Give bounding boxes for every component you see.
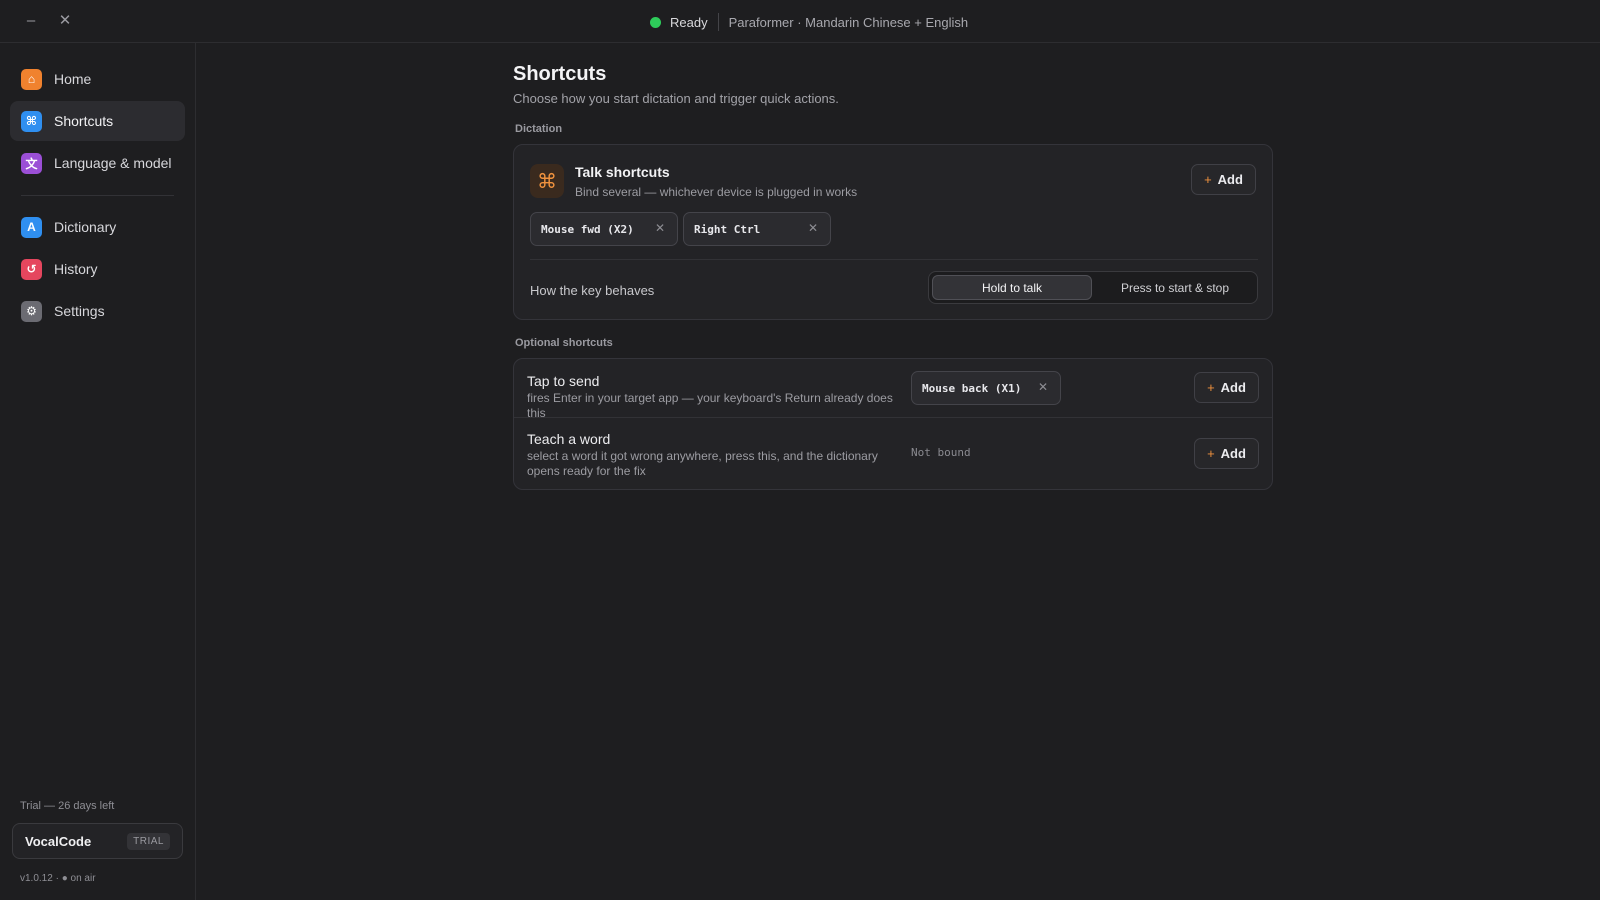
sidebar-item-language-model[interactable]: 文 Language & model [10, 143, 185, 183]
trial-badge: TRIAL [127, 832, 170, 850]
license-card[interactable]: VocalCode TRIAL [12, 823, 183, 859]
sidebar-item-label: Shortcuts [54, 113, 114, 129]
history-icon: ↺ [21, 258, 42, 280]
plus-icon: + [1204, 172, 1212, 187]
add-talk-shortcut-button[interactable]: + Add [1191, 164, 1256, 195]
add-label: Add [1220, 446, 1246, 461]
sidebar-divider [21, 195, 174, 196]
gear-icon: ⚙ [21, 300, 42, 322]
sidebar-item-label: History [54, 261, 98, 277]
teach-a-word-description: select a word it got wrong anywhere, pre… [527, 449, 878, 478]
status-bar: Ready Paraformer · Mandarin Chinese + En… [650, 12, 968, 32]
shortcut-chip: Right Ctrl ✕ [683, 212, 831, 246]
plus-icon: + [1207, 446, 1215, 461]
close-button[interactable]: ✕ [55, 11, 75, 31]
teach-a-word-title: Teach a word [527, 431, 611, 447]
section-label-dictation: Dictation [515, 123, 563, 135]
dictionary-icon: A [21, 216, 42, 238]
shortcut-chip: Mouse back (X1) ✕ [911, 371, 1061, 405]
optional-shortcuts-card: Tap to send fires Enter in your target a… [513, 358, 1273, 490]
card-divider [530, 259, 1258, 260]
add-label: Add [1217, 172, 1243, 187]
chip-label: Right Ctrl [694, 222, 761, 236]
sidebar-item-label: Language & model [54, 155, 172, 171]
sidebar-item-label: Home [54, 71, 92, 87]
version-label: v1.0.12 · ● on air [20, 873, 96, 884]
sidebar-item-label: Dictionary [54, 219, 117, 235]
talk-shortcuts-description: Bind several — whichever device is plugg… [575, 185, 858, 199]
hold-to-talk-option[interactable]: Hold to talk [932, 275, 1092, 300]
sidebar-item-settings[interactable]: ⚙ Settings [10, 291, 185, 331]
sidebar-item-label: Settings [54, 303, 105, 319]
key-behavior-label: How the key behaves [530, 283, 655, 298]
status-dot-icon [650, 16, 661, 28]
add-teach-word-button[interactable]: + Add [1194, 438, 1259, 469]
product-name: VocalCode [25, 833, 92, 849]
sidebar-item-shortcuts[interactable]: ⌘ Shortcuts [10, 101, 185, 141]
remove-shortcut-icon[interactable]: ✕ [808, 221, 818, 235]
add-label: Add [1220, 380, 1246, 395]
trial-remaining: Trial — 26 days left [20, 800, 115, 812]
sidebar-item-home[interactable]: ⌂ Home [10, 59, 185, 99]
title-bar: – ✕ Ready Paraformer · Mandarin Chinese … [0, 0, 1600, 43]
row-divider [514, 417, 1272, 418]
plus-icon: + [1207, 380, 1215, 395]
home-icon: ⌂ [21, 68, 42, 90]
key-behavior-toggle: Hold to talk Press to start & stop [928, 271, 1258, 304]
command-icon: ⌘ [530, 164, 564, 198]
talk-shortcuts-card: ⌘ Talk shortcuts Bind several — whicheve… [513, 144, 1273, 320]
chip-label: Mouse fwd (X2) [541, 222, 634, 236]
press-start-stop-option[interactable]: Press to start & stop [1095, 275, 1255, 300]
translate-icon: 文 [21, 152, 42, 174]
add-tap-to-send-button[interactable]: + Add [1194, 372, 1259, 403]
page-subtitle: Choose how you start dictation and trigg… [513, 91, 839, 106]
sidebar-item-history[interactable]: ↺ History [10, 249, 185, 289]
remove-shortcut-icon[interactable]: ✕ [655, 221, 665, 235]
not-bound-label: Not bound [911, 446, 971, 459]
command-icon: ⌘ [21, 110, 42, 132]
status-text: Ready [670, 14, 708, 30]
minimize-button[interactable]: – [21, 11, 41, 31]
page-title: Shortcuts [513, 63, 607, 85]
sidebar-item-dictionary[interactable]: A Dictionary [10, 207, 185, 247]
talk-shortcuts-title: Talk shortcuts [575, 164, 670, 180]
status-separator [717, 13, 719, 31]
chip-label: Mouse back (X1) [922, 381, 1022, 395]
remove-shortcut-icon[interactable]: ✕ [1038, 380, 1048, 394]
model-label: Paraformer · Mandarin Chinese + English [728, 14, 969, 30]
section-label-optional: Optional shortcuts [515, 337, 613, 349]
shortcut-chip: Mouse fwd (X2) ✕ [530, 212, 678, 246]
tap-to-send-title: Tap to send [527, 373, 600, 389]
sidebar: ⌂ Home ⌘ Shortcuts 文 Language & model A … [0, 43, 196, 900]
